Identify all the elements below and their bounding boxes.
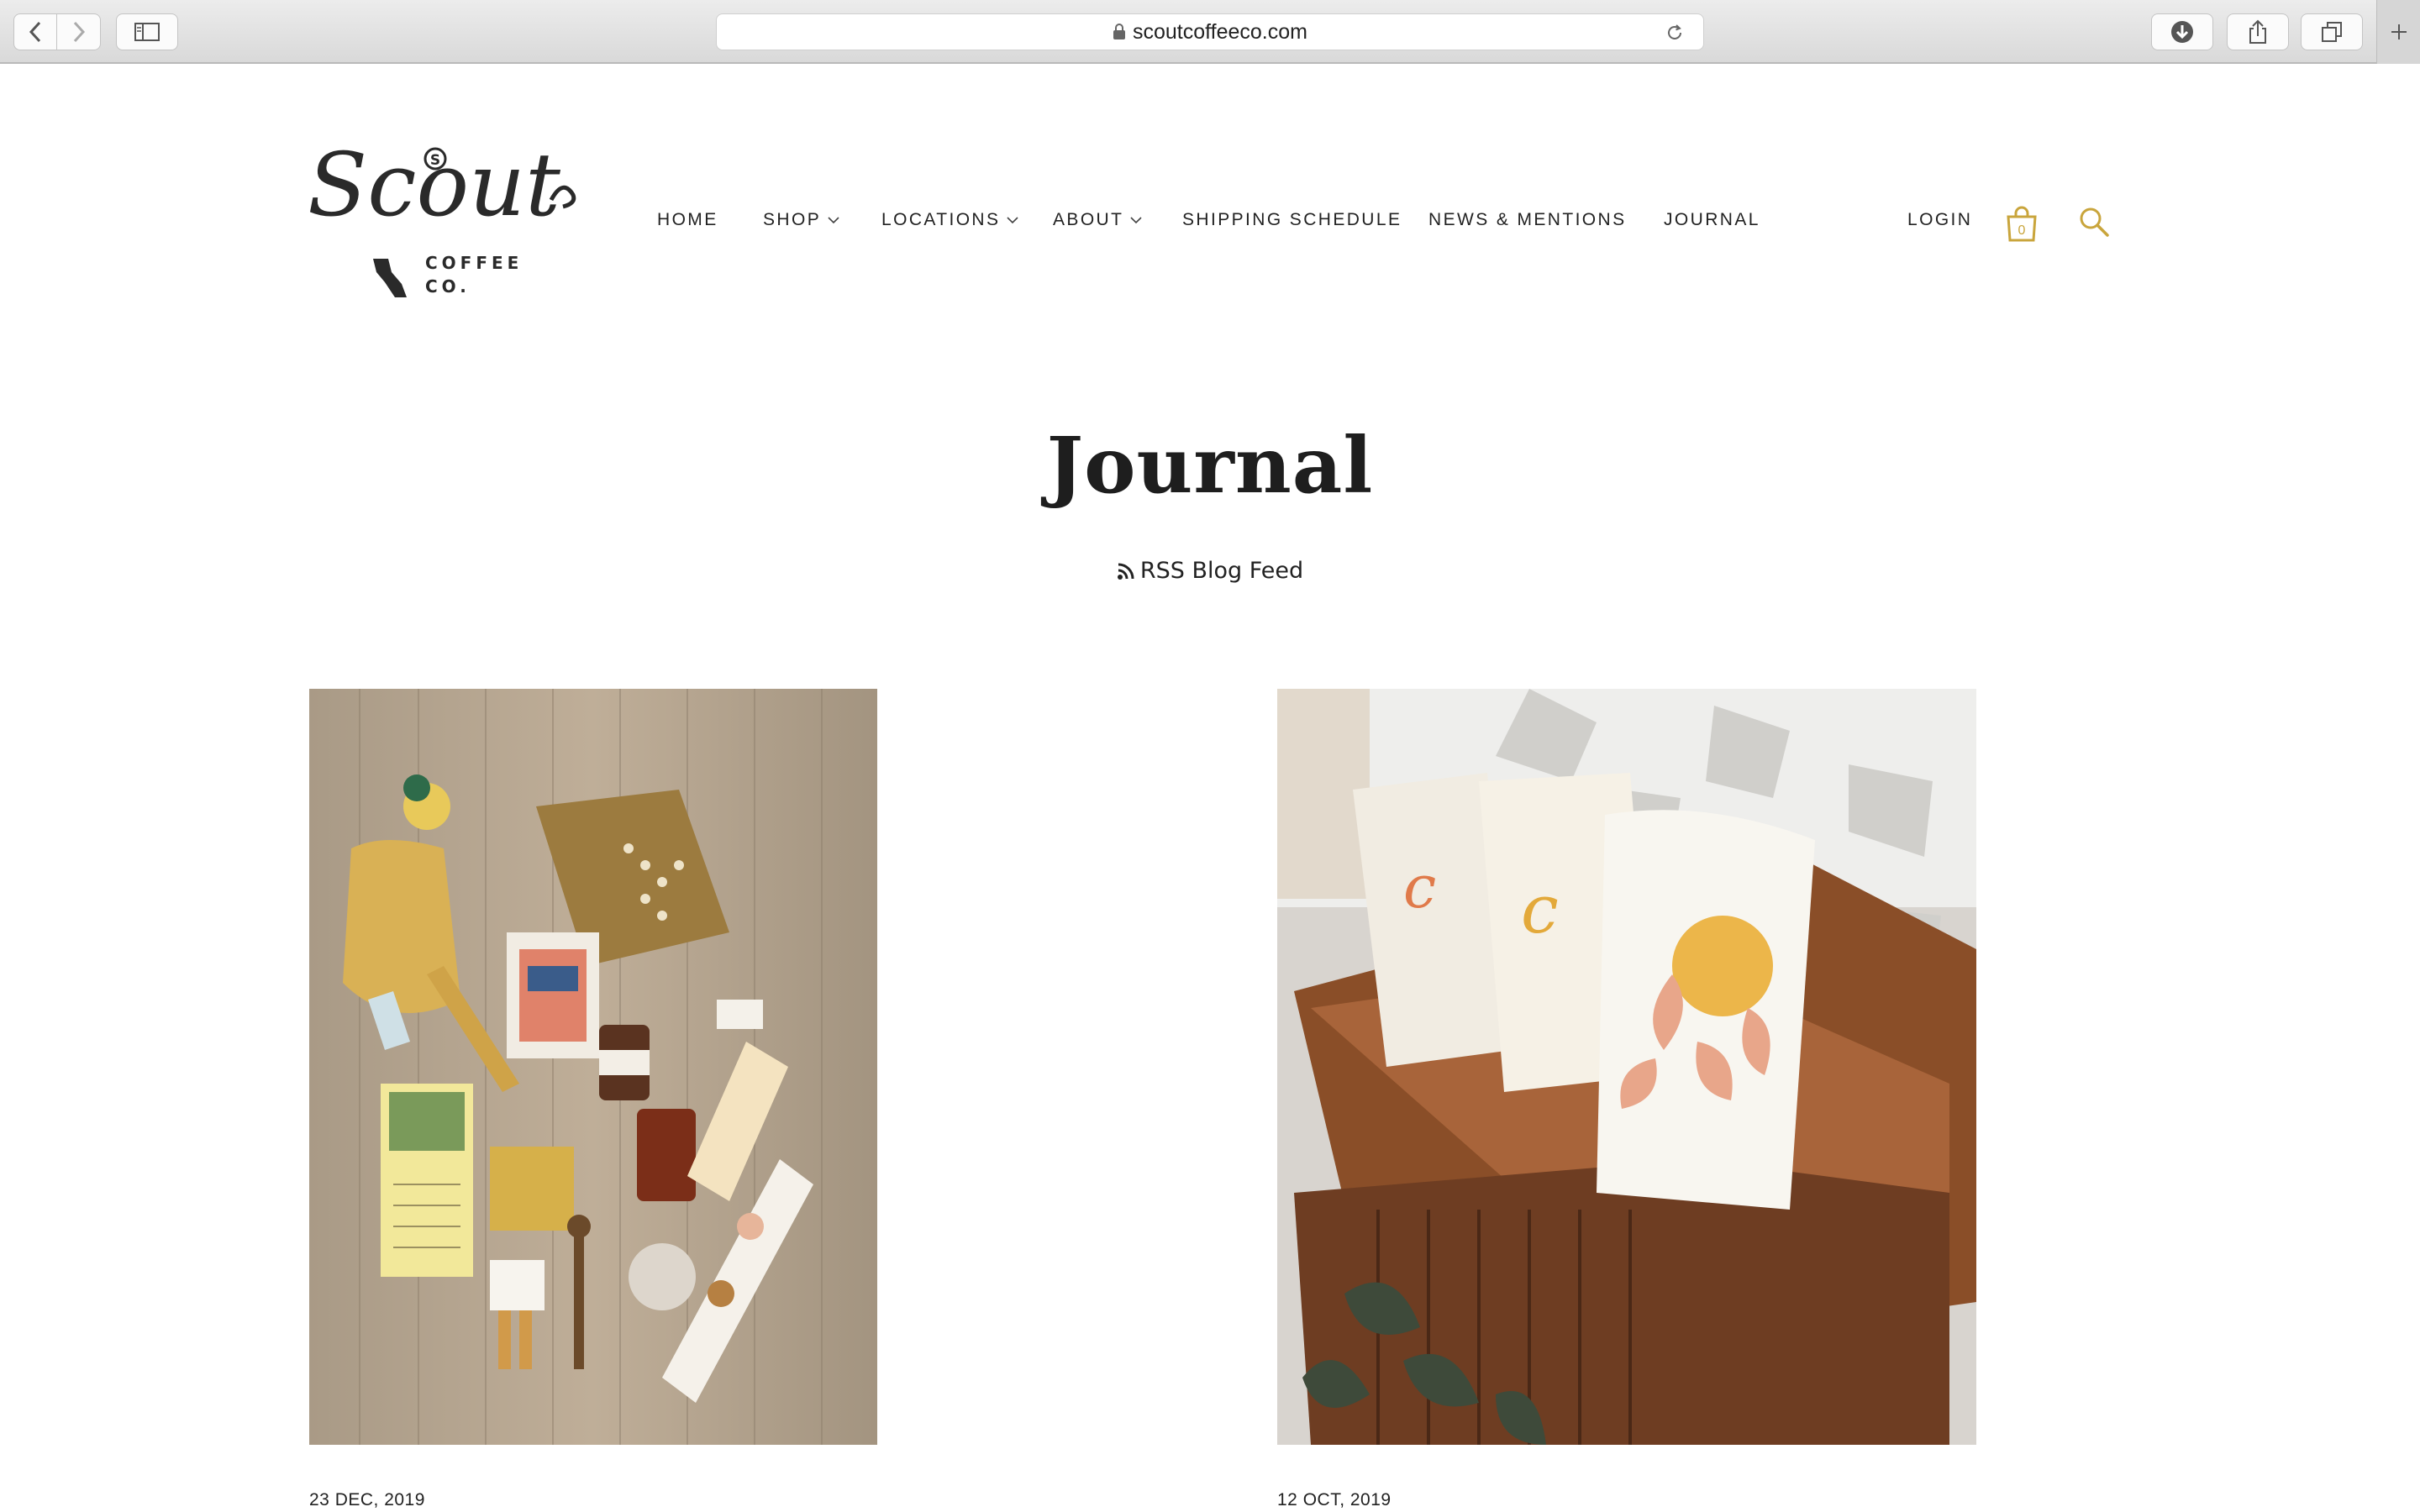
- downloads-button[interactable]: [2151, 13, 2213, 50]
- nav-item-home[interactable]: HOME: [657, 210, 718, 230]
- rss-icon: [1117, 563, 1134, 580]
- new-tab-icon: [2391, 24, 2407, 39]
- nav-item-label: JOURNAL: [1664, 210, 1760, 229]
- sidebar-icon: [134, 23, 160, 41]
- svg-text:c: c: [1403, 853, 1436, 921]
- rss-feed-link[interactable]: RSS Blog Feed: [0, 558, 2420, 584]
- download-icon: [2171, 21, 2193, 43]
- chevron-down-icon: [828, 217, 839, 224]
- back-button[interactable]: [13, 13, 57, 50]
- post-date: 23 DEC, 2019: [309, 1490, 425, 1509]
- tabs-overview-button[interactable]: [2301, 13, 2363, 50]
- browser-toolbar: scoutcoffeeco.com: [0, 0, 2420, 64]
- nav-item-locations[interactable]: LOCATIONS: [881, 210, 1018, 230]
- post-image-gift-flatlay[interactable]: [309, 689, 877, 1445]
- reload-icon[interactable]: [1665, 23, 1685, 43]
- lock-icon: [1113, 24, 1125, 39]
- forward-icon: [73, 21, 85, 43]
- sidebar-toggle-button[interactable]: [116, 13, 178, 50]
- nav-item-news-mentions[interactable]: NEWS & MENTIONS: [1428, 210, 1627, 230]
- nav-item-label: HOME: [657, 210, 718, 229]
- main-nav: HOME SHOP LOCATIONS ABOUT SHIPPING SCHED…: [0, 210, 2420, 235]
- address-bar[interactable]: scoutcoffeeco.com: [716, 13, 1704, 50]
- svg-text:c: c: [1521, 870, 1559, 948]
- page-title: Journal: [1046, 420, 1374, 511]
- url-text: scoutcoffeeco.com: [1133, 19, 1307, 44]
- chevron-down-icon: [1007, 217, 1018, 224]
- logo-badge-text: S: [430, 152, 440, 169]
- forward-button[interactable]: [57, 13, 101, 50]
- login-link[interactable]: LOGIN: [1907, 210, 1972, 230]
- share-icon: [2249, 19, 2266, 44]
- chevron-down-icon: [1130, 217, 1142, 224]
- cart-button[interactable]: 0: [2005, 205, 2039, 242]
- rss-label: RSS Blog Feed: [1139, 558, 1304, 584]
- search-icon: [2080, 207, 2109, 237]
- back-icon: [29, 21, 41, 43]
- share-button[interactable]: [2227, 13, 2289, 50]
- nav-item-label: NEWS & MENTIONS: [1428, 210, 1627, 229]
- new-tab-button[interactable]: [2376, 0, 2420, 64]
- nav-item-label: LOCATIONS: [881, 210, 1001, 229]
- nav-item-shop[interactable]: SHOP: [763, 210, 839, 230]
- login-label: LOGIN: [1907, 210, 1973, 229]
- nav-item-about[interactable]: ABOUT: [1053, 210, 1142, 230]
- logo-sub-text-1: COFFEE: [425, 253, 523, 273]
- nav-item-shipping-schedule[interactable]: SHIPPING SCHEDULE: [1182, 210, 1402, 230]
- cart-count: 0: [2018, 223, 2026, 238]
- post-image-tote-bags[interactable]: c c: [1277, 689, 1976, 1445]
- nav-item-label: SHOP: [763, 210, 822, 229]
- search-button[interactable]: [2077, 205, 2111, 239]
- tabs-icon: [2322, 22, 2342, 42]
- nav-item-label: ABOUT: [1053, 210, 1124, 229]
- nav-item-label: SHIPPING SCHEDULE: [1182, 210, 1402, 229]
- logo-sub-text-2: CO.: [425, 276, 471, 297]
- nav-item-journal[interactable]: JOURNAL: [1664, 210, 1760, 230]
- post-date: 12 OCT, 2019: [1277, 1490, 1392, 1509]
